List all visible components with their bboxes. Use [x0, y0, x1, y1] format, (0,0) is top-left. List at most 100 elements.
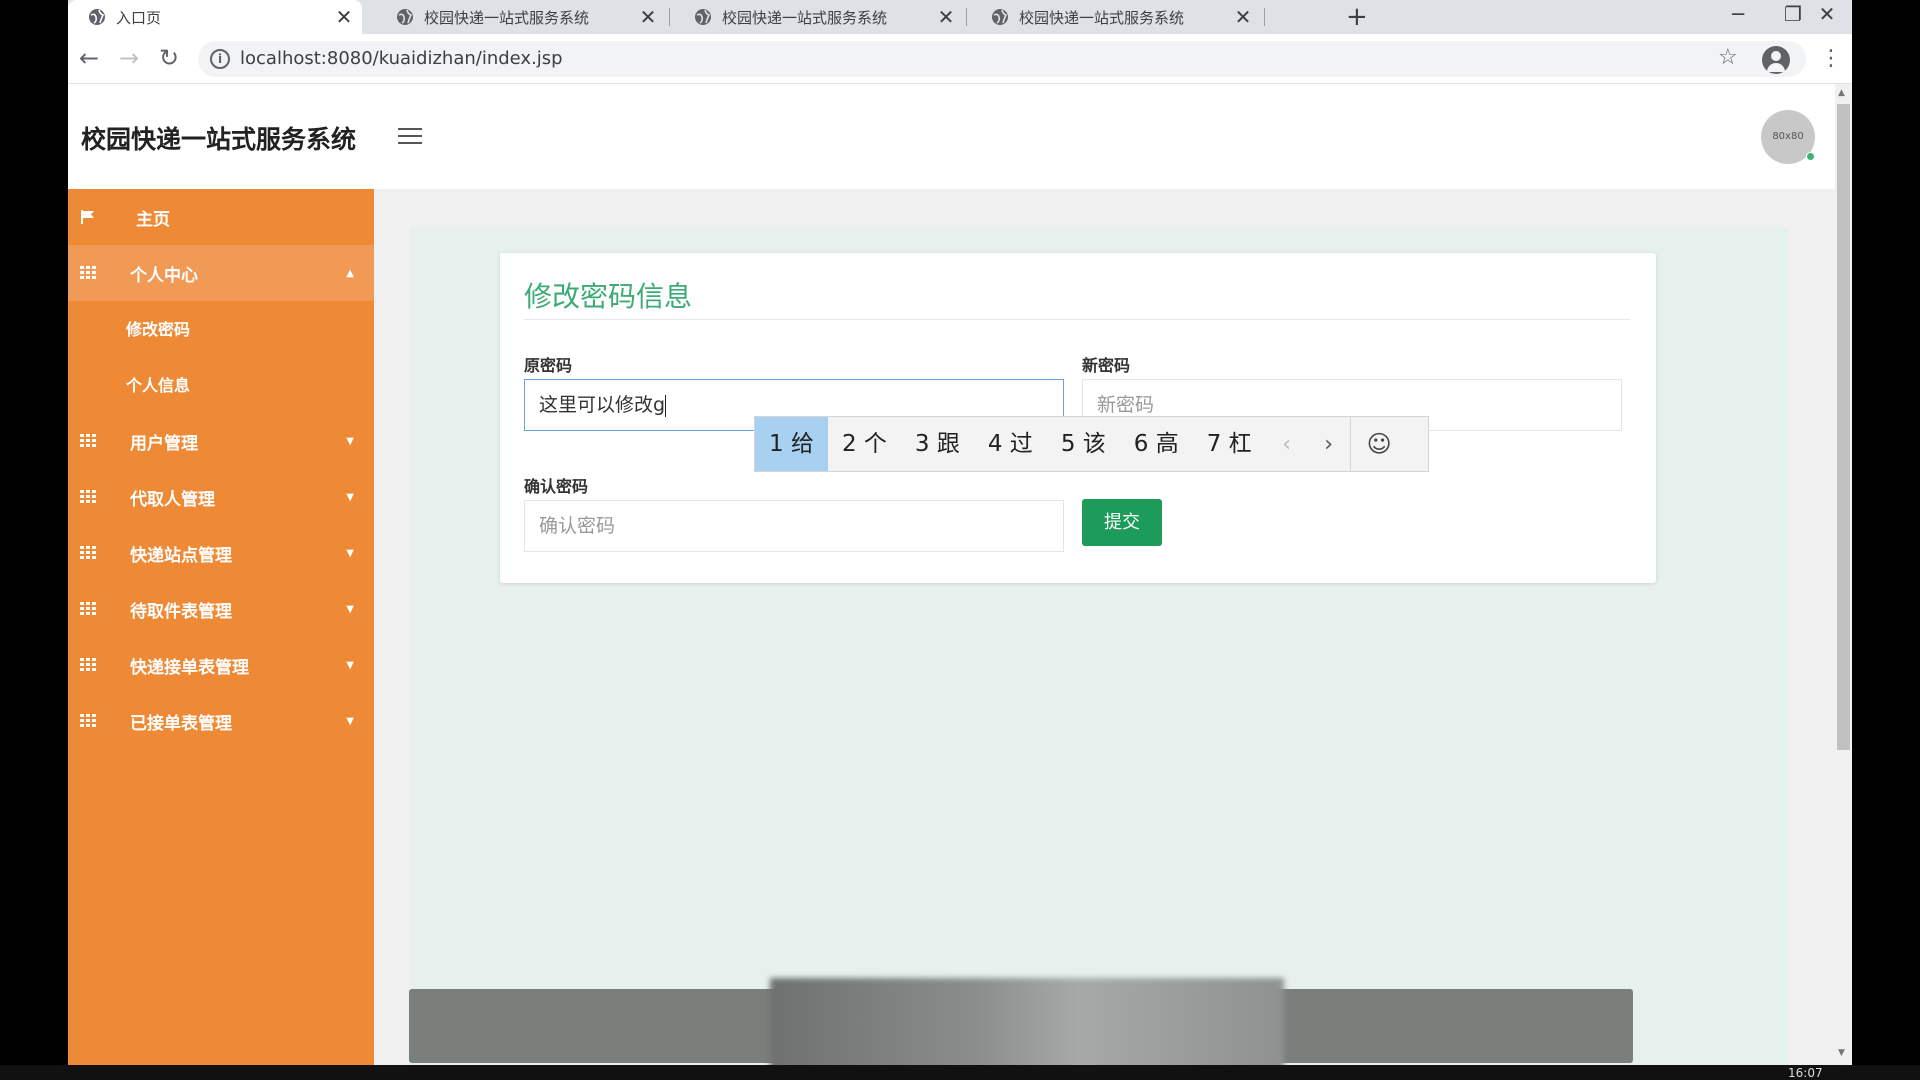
sidebar-item-personal-center[interactable]: 个人中心 ▲ [68, 245, 374, 301]
ime-candidate[interactable]: 3 跟 [901, 417, 974, 471]
grid-icon [80, 434, 96, 448]
grid-icon [80, 714, 96, 728]
account-icon[interactable] [1762, 46, 1790, 74]
scroll-down-icon[interactable]: ▼ [1838, 1048, 1845, 1058]
content-panel: 修改密码信息 原密码 这里可以修改g 新密码 新密码 确认密码 确认密码 提交 [410, 227, 1788, 1080]
forward-button[interactable]: → [114, 43, 144, 73]
sidebar-item-station-management[interactable]: 快递站点管理 ▼ [68, 525, 374, 581]
submit-button[interactable]: 提交 [1082, 499, 1162, 546]
page-title: 修改密码信息 [524, 280, 693, 313]
text-cursor [665, 394, 667, 417]
globe-icon [992, 9, 1008, 25]
sidebar-item-order-management[interactable]: 快递接单表管理 ▼ [68, 637, 374, 693]
old-password-value: 这里可以修改g [539, 394, 666, 416]
sidebar-item-pending-pickup[interactable]: 待取件表管理 ▼ [68, 581, 374, 637]
confirm-password-label: 确认密码 [524, 477, 589, 496]
ime-candidate[interactable]: 7 杠 [1193, 417, 1266, 471]
tab-campus-express-2[interactable]: 校园快递一站式服务系统 ✕ [674, 0, 964, 34]
close-tab-icon[interactable]: ✕ [332, 5, 356, 29]
sidebar: 主页 个人中心 ▲ 修改密码 个人信息 用户管理 ▼ 代取人管理 ▼ 快递站点管… [68, 189, 374, 1080]
reload-button[interactable]: ↻ [154, 43, 184, 73]
sidebar-item-label: 用户管理 [130, 433, 198, 454]
sidebar-item-label: 快递接单表管理 [130, 657, 249, 678]
sidebar-item-label: 个人中心 [130, 265, 198, 286]
sidebar-item-label: 主页 [136, 209, 170, 230]
close-tab-icon[interactable]: ✕ [636, 5, 660, 29]
ime-candidate[interactable]: 5 该 [1047, 417, 1120, 471]
online-status-dot [1806, 152, 1815, 161]
grid-icon [80, 658, 96, 672]
browser-menu-icon[interactable]: ⋮ [1820, 46, 1842, 71]
main-content: 修改密码信息 原密码 这里可以修改g 新密码 新密码 确认密码 确认密码 提交 [374, 189, 1835, 1080]
sidebar-item-label: 代取人管理 [130, 489, 215, 510]
caret-down-icon: ▼ [346, 491, 354, 503]
hamburger-menu-icon[interactable] [398, 128, 422, 149]
bookmark-star-icon[interactable]: ☆ [1718, 45, 1738, 70]
sidebar-item-home[interactable]: 主页 [68, 189, 374, 245]
address-bar[interactable]: i localhost:8080/kuaidizhan/index.jsp [198, 41, 1806, 77]
tab-campus-express-3[interactable]: 校园快递一站式服务系统 ✕ [971, 0, 1261, 34]
grid-icon [80, 602, 96, 616]
new-tab-button[interactable]: + [1346, 2, 1368, 32]
app-brand-title: 校园快递一站式服务系统 [81, 125, 357, 154]
sidebar-subitem-change-password[interactable]: 修改密码 [126, 316, 190, 340]
caret-down-icon: ▼ [346, 547, 354, 559]
sidebar-item-label: 待取件表管理 [130, 601, 232, 622]
scrollbar-thumb[interactable] [1837, 104, 1850, 750]
browser-toolbar: ← → ↻ i localhost:8080/kuaidizhan/index.… [68, 34, 1852, 84]
caret-up-icon: ▲ [346, 267, 354, 279]
divider [524, 319, 1630, 320]
ime-candidate[interactable]: 6 高 [1120, 417, 1193, 471]
tab-separator [966, 8, 967, 26]
ime-candidate[interactable]: 1 给 [755, 417, 828, 471]
globe-icon [397, 9, 413, 25]
globe-icon [695, 9, 711, 25]
page-scrollbar[interactable]: ▲ ▼ [1835, 84, 1852, 1080]
old-password-label: 原密码 [524, 356, 573, 375]
sidebar-item-accepted-orders[interactable]: 已接单表管理 ▼ [68, 693, 374, 749]
caret-down-icon: ▼ [346, 715, 354, 727]
tab-separator [1264, 8, 1265, 26]
close-tab-icon[interactable]: ✕ [934, 5, 958, 29]
flag-icon [81, 210, 94, 224]
sidebar-item-courier-management[interactable]: 代取人管理 ▼ [68, 469, 374, 525]
grid-icon [80, 546, 96, 560]
tab-entry-page[interactable]: 入口页 ✕ [68, 0, 362, 34]
grid-icon [80, 490, 96, 504]
minimize-button[interactable]: ─ [1713, 0, 1763, 28]
back-button[interactable]: ← [74, 43, 104, 73]
tab-campus-express-1[interactable]: 校园快递一站式服务系统 ✕ [376, 0, 666, 34]
tab-title: 入口页 [116, 8, 162, 27]
ime-next-page-icon[interactable]: › [1308, 432, 1350, 457]
site-info-icon[interactable]: i [210, 49, 230, 69]
taskbar-clock: 16:07 [1788, 1066, 1823, 1080]
app-header: 校园快递一站式服务系统 80x80 [68, 84, 1835, 189]
sidebar-item-user-management[interactable]: 用户管理 ▼ [68, 413, 374, 469]
caret-down-icon: ▼ [346, 603, 354, 615]
scroll-up-icon[interactable]: ▲ [1838, 88, 1845, 98]
os-taskbar [0, 1065, 1920, 1080]
sidebar-subitem-personal-info[interactable]: 个人信息 [126, 372, 190, 396]
close-window-button[interactable]: ✕ [1802, 0, 1852, 28]
ime-candidate[interactable]: 2 个 [828, 417, 901, 471]
confirm-password-input[interactable]: 确认密码 [524, 500, 1064, 552]
new-password-label: 新密码 [1082, 356, 1131, 375]
ime-candidate[interactable]: 4 过 [974, 417, 1047, 471]
caret-down-icon: ▼ [346, 659, 354, 671]
tab-title: 校园快递一站式服务系统 [722, 8, 888, 27]
sidebar-item-label: 已接单表管理 [130, 713, 232, 734]
globe-icon [89, 9, 105, 25]
url-text[interactable]: localhost:8080/kuaidizhan/index.jsp [240, 48, 563, 69]
grid-icon [80, 266, 96, 280]
tab-title: 校园快递一站式服务系统 [424, 8, 590, 27]
tab-strip: 入口页 ✕ 校园快递一站式服务系统 ✕ 校园快递一站式服务系统 ✕ 校园快递一站… [68, 0, 1852, 34]
tab-separator [669, 8, 670, 26]
sidebar-item-label: 快递站点管理 [130, 545, 232, 566]
close-tab-icon[interactable]: ✕ [1231, 5, 1255, 29]
emoji-icon[interactable]: ☺ [1349, 417, 1408, 471]
tab-title: 校园快递一站式服务系统 [1019, 8, 1185, 27]
ime-prev-page-icon[interactable]: ‹ [1266, 432, 1308, 457]
ime-candidate-bar: 1 给 2 个 3 跟 4 过 5 该 6 高 7 杠 ‹ › ☺ [754, 416, 1429, 472]
browser-window: 入口页 ✕ 校园快递一站式服务系统 ✕ 校园快递一站式服务系统 ✕ 校园快递一站… [68, 0, 1852, 1080]
caret-down-icon: ▼ [346, 435, 354, 447]
